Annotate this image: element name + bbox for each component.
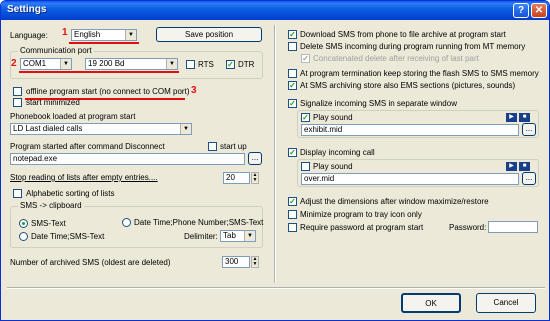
window-title: Settings (7, 4, 47, 15)
flash-sms-checkbox[interactable] (288, 69, 297, 78)
stop-reading-spinner[interactable]: ▲ ▼ (251, 172, 259, 184)
delete-sms-checkbox[interactable] (288, 42, 297, 51)
marker-1: 1 (62, 27, 68, 38)
stop-icon[interactable]: ■ (519, 113, 530, 122)
chevron-down-icon[interactable]: ▼ (180, 124, 191, 134)
startup-label: start up (220, 142, 247, 151)
start-minimized-label: start minimized (26, 98, 80, 107)
sound-file-1-input[interactable]: exhibit.mid (301, 124, 519, 136)
require-password-checkbox[interactable] (288, 223, 297, 232)
play-sound-2-checkbox[interactable] (301, 162, 310, 171)
require-password-label: Require password at program start (300, 223, 424, 232)
ok-label: OK (425, 299, 437, 308)
display-call-label: Display incoming call (300, 148, 375, 157)
marker-2: 2 (11, 58, 17, 69)
adjust-dimensions-label: Adjust the dimensions after window maxim… (300, 197, 489, 206)
play-sound-1-checkbox[interactable]: ✓ (301, 113, 310, 122)
concat-delete-checkbox[interactable]: ✓ (301, 54, 310, 63)
password-input[interactable] (488, 221, 538, 233)
red-underline-port (19, 71, 179, 73)
alpha-sorting-checkbox[interactable] (13, 189, 22, 198)
play-icon[interactable]: ▶ (506, 162, 517, 171)
archived-input[interactable]: 300 (222, 256, 250, 268)
chevron-down-icon[interactable]: ▼ (125, 30, 136, 40)
clipboard-sms-text-radio[interactable] (19, 219, 28, 228)
clipboard-opt2-label: Date Time;SMS-Text (31, 232, 105, 241)
after-disconnect-label: Program started after command Disconnect (10, 142, 165, 151)
offline-start-checkbox[interactable] (13, 87, 22, 96)
chevron-down-icon[interactable]: ▼ (244, 231, 255, 241)
ems-checkbox[interactable]: ✓ (288, 81, 297, 90)
stop-reading-label: Stop reading of lists after empty entrie… (10, 173, 158, 182)
settings-dialog: Settings ? ✕ Language: 1 English ▼ Save … (0, 0, 550, 321)
cancel-button[interactable]: Cancel (476, 293, 536, 313)
sound-file-2-input[interactable]: over.mid (301, 173, 519, 185)
clipboard-datetime-radio[interactable] (19, 232, 28, 241)
bottom-separator (7, 287, 545, 289)
alpha-sorting-label: Alphabetic sorting of lists (26, 189, 115, 198)
chevron-down-icon[interactable]: ▼ (166, 59, 177, 69)
phonebook-value: LD Last dialed calls (13, 124, 83, 133)
dtr-label: DTR (238, 60, 255, 69)
concat-delete-label: Concatenated delete after receiving of l… (313, 54, 479, 63)
ems-label: At SMS archiving store also EMS sections… (300, 81, 516, 90)
baud-rate-value: 19 200 Bd (88, 59, 125, 68)
clipboard-datetime-phone-radio[interactable] (122, 218, 131, 227)
minimize-tray-label: Minimize program to tray icon only (300, 210, 422, 219)
delimiter-select[interactable]: Tab ▼ (220, 230, 256, 242)
offline-start-label: offline program start (no connect to COM… (26, 87, 190, 96)
language-select[interactable]: English ▼ (71, 29, 137, 41)
signalize-checkbox[interactable]: ✓ (288, 99, 297, 108)
download-sms-checkbox[interactable]: ✓ (288, 30, 297, 39)
rts-label: RTS (198, 60, 214, 69)
comm-port-legend: Communication port (18, 46, 94, 56)
column-separator (274, 25, 276, 283)
close-button[interactable]: ✕ (531, 3, 547, 18)
browse-sound-1-button[interactable]: ... (522, 123, 536, 136)
title-bar: Settings ? ✕ (1, 1, 549, 20)
play-sound-1-label: Play sound (313, 113, 353, 122)
flash-sms-label: At program termination keep storing the … (300, 69, 539, 78)
rts-checkbox[interactable] (186, 60, 195, 69)
red-underline-language (69, 42, 139, 44)
startup-checkbox[interactable] (208, 142, 217, 151)
delimiter-label: Delimiter: (184, 232, 218, 241)
browse-program-button[interactable]: ... (248, 152, 262, 165)
ok-button[interactable]: OK (401, 293, 461, 313)
signalize-label: Signalize incoming SMS in separate windo… (300, 99, 457, 108)
browse-sound-2-button[interactable]: ... (522, 172, 536, 185)
adjust-dimensions-checkbox[interactable]: ✓ (288, 197, 297, 206)
archived-spinner[interactable]: ▲ ▼ (251, 256, 259, 268)
phonebook-label: Phonebook loaded at program start (10, 112, 136, 121)
stop-reading-input[interactable]: 20 (223, 172, 250, 184)
clipboard-legend: SMS -> clipboard (18, 201, 84, 211)
com-port-select[interactable]: COM1 ▼ (20, 58, 72, 70)
clipboard-opt3-label: Date Time;Phone Number;SMS-Text (134, 218, 264, 227)
help-button[interactable]: ? (513, 3, 529, 18)
phonebook-select[interactable]: LD Last dialed calls ▼ (10, 123, 192, 135)
delimiter-value: Tab (223, 231, 236, 240)
baud-rate-select[interactable]: 19 200 Bd ▼ (85, 58, 178, 70)
start-minimized-checkbox[interactable] (13, 98, 22, 107)
archived-label: Number of archived SMS (oldest are delet… (10, 258, 171, 267)
chevron-down-icon[interactable]: ▼ (60, 59, 71, 69)
delete-sms-label: Delete SMS incoming during program runni… (300, 42, 526, 51)
password-label: Password: (449, 223, 487, 232)
clipboard-opt1-label: SMS-Text (31, 219, 66, 228)
language-label: Language: (10, 31, 48, 40)
download-sms-label: Download SMS from phone to file archive … (300, 30, 506, 39)
minimize-tray-checkbox[interactable] (288, 210, 297, 219)
play-icon[interactable]: ▶ (506, 113, 517, 122)
save-position-button[interactable]: Save position (156, 27, 262, 42)
marker-3: 3 (191, 85, 197, 96)
after-disconnect-input[interactable]: notepad.exe (10, 153, 245, 165)
stop-icon[interactable]: ■ (519, 162, 530, 171)
play-sound-2-label: Play sound (313, 162, 353, 171)
display-call-checkbox[interactable]: ✓ (288, 148, 297, 157)
com-port-value: COM1 (23, 59, 47, 68)
dtr-checkbox[interactable]: ✓ (226, 60, 235, 69)
language-value: English (74, 30, 101, 39)
